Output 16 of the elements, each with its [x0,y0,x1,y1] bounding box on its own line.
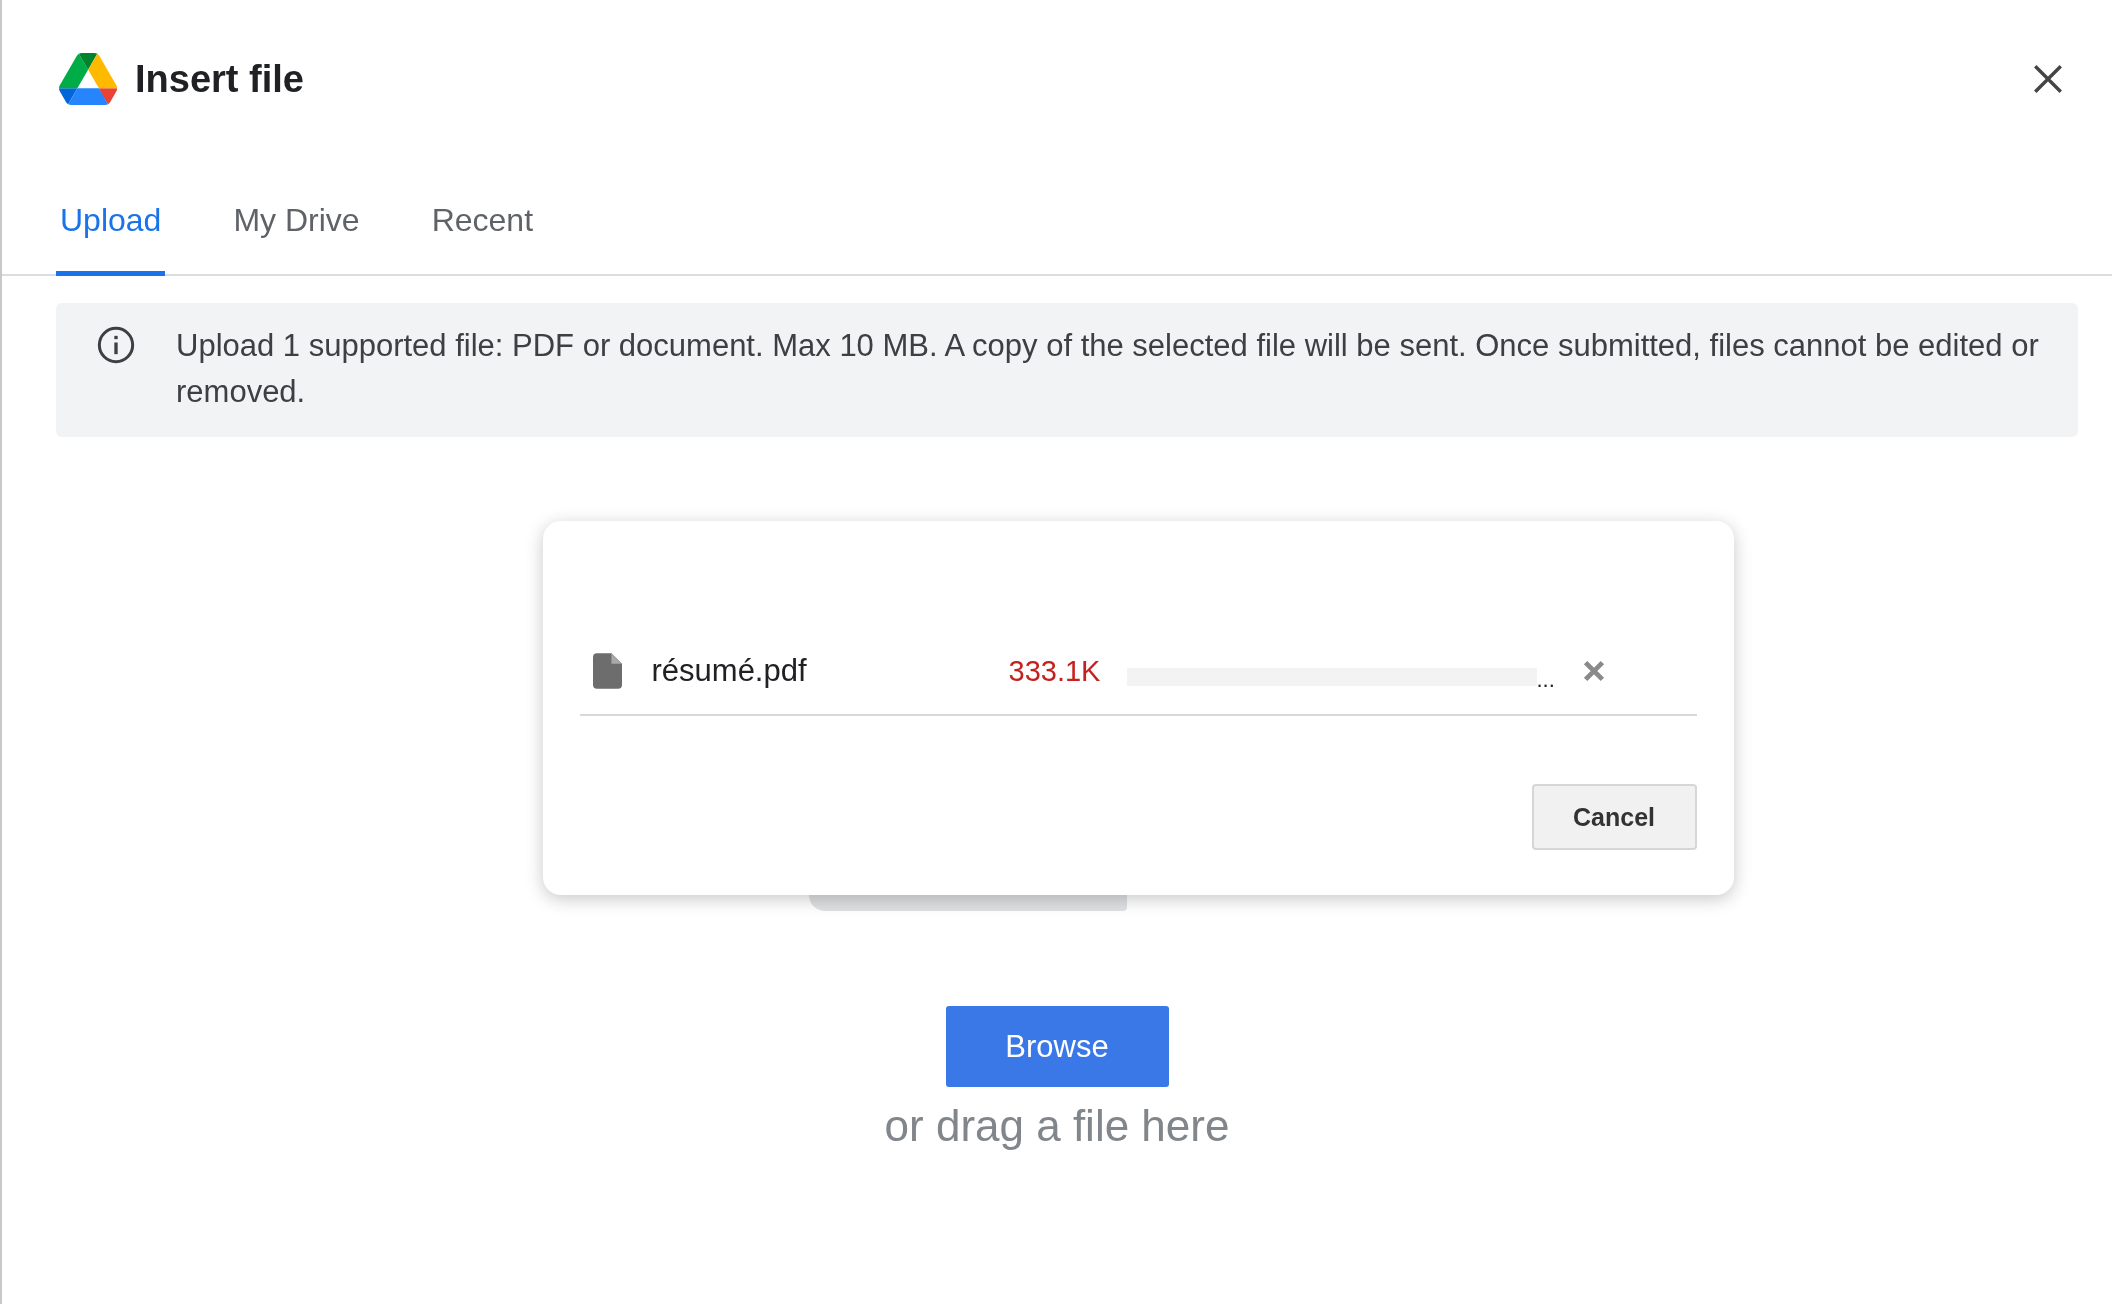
status-text: ... [1536,667,1555,693]
cancel-button[interactable]: Cancel [1531,784,1697,850]
drive-logo-icon [59,53,117,105]
tab[interactable]: Upload [56,180,166,276]
close-icon[interactable] [2031,62,2065,96]
info-icon [96,325,136,365]
document-icon [592,653,622,689]
info-text: Upload 1 supported file: PDF or document. Max 10 MB. A copy of the selected file will be sent. Once submitted, files cannot be edited or removed. [176,327,2040,411]
drop-hint: or drag a file here [884,1101,1230,1151]
file-name: résumé.pdf [651,653,808,689]
tab[interactable]: My Drive [229,180,364,276]
remove-icon[interactable] [1581,659,1606,683]
browse-button[interactable]: Browse [945,1006,1169,1087]
tab[interactable]: Recent [427,180,537,276]
window-title: Insert file [135,57,305,101]
file-size: 333.1K [1008,654,1102,688]
